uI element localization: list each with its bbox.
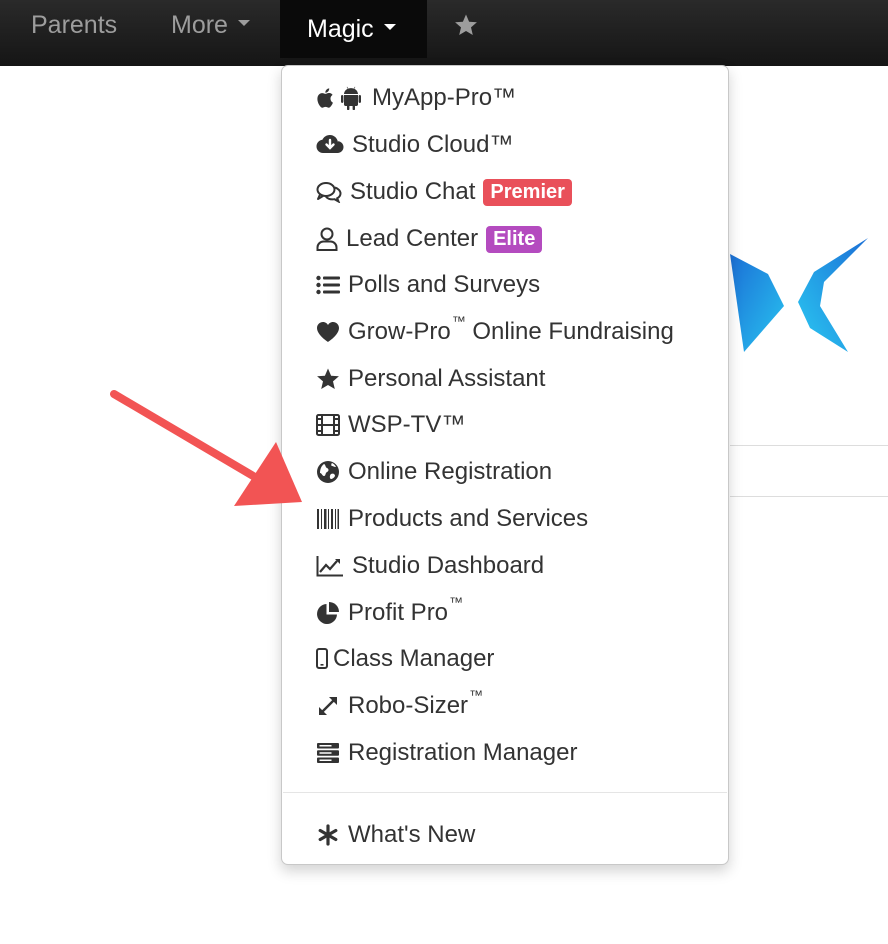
nav-more-label: More bbox=[171, 10, 228, 39]
menu-item-label: Grow-Pro bbox=[348, 318, 451, 345]
trademark-symbol: ™ bbox=[469, 687, 484, 703]
menu-item-registration-manager[interactable]: Registration Manager bbox=[316, 730, 577, 776]
menu-item-label: Polls and Surveys bbox=[348, 271, 541, 298]
menu-item-studio-chat[interactable]: Studio Chat Premier bbox=[316, 169, 572, 215]
menu-item-studio-cloud[interactable]: Studio Cloud™ bbox=[316, 122, 513, 168]
premier-badge: Premier bbox=[483, 178, 572, 206]
pie-chart-icon bbox=[316, 601, 340, 625]
menu-item-label: WSP-TV™ bbox=[348, 411, 466, 438]
star-icon bbox=[316, 367, 340, 391]
menu-item-label: Class Manager bbox=[333, 645, 495, 672]
menu-item-label: Online Registration bbox=[348, 458, 553, 485]
cloud-download-icon bbox=[316, 134, 344, 156]
nav-parents[interactable]: Parents bbox=[31, 0, 117, 50]
star-icon bbox=[455, 14, 477, 35]
menu-item-label: Lead Center bbox=[346, 225, 479, 252]
elite-badge: Elite bbox=[486, 225, 543, 253]
apple-android-icon bbox=[316, 86, 364, 110]
nav-magic[interactable]: Magic bbox=[280, 0, 427, 58]
globe-icon bbox=[316, 460, 340, 484]
menu-item-label: What's New bbox=[348, 821, 476, 848]
menu-item-label: Profit Pro bbox=[348, 599, 449, 626]
menu-item-online-registration[interactable]: Online Registration bbox=[316, 449, 552, 495]
nav-magic-label: Magic bbox=[307, 14, 374, 43]
menu-item-profit-pro[interactable]: Profit Pro ™ bbox=[316, 590, 463, 636]
menu-item-label: Studio Chat bbox=[350, 178, 476, 205]
chevron-down-icon bbox=[237, 20, 250, 26]
menu-item-wsp-tv[interactable]: WSP-TV™ bbox=[316, 402, 465, 448]
asterisk-icon bbox=[316, 823, 340, 847]
line-chart-icon bbox=[316, 555, 344, 577]
nav-parents-label: Parents bbox=[31, 10, 118, 39]
trademark-symbol: ™ bbox=[449, 594, 464, 610]
chat-bubbles-icon bbox=[316, 181, 342, 203]
barcode-icon bbox=[316, 508, 340, 530]
menu-item-grow-pro[interactable]: Grow-Pro ™ Online Fundraising bbox=[316, 309, 674, 355]
menu-item-label: Robo-Sizer bbox=[348, 692, 469, 719]
top-navbar: Parents More Magic bbox=[0, 0, 888, 66]
heart-icon bbox=[316, 321, 340, 343]
menu-item-polls-surveys[interactable]: Polls and Surveys bbox=[316, 262, 540, 308]
menu-item-products-services[interactable]: Products and Services bbox=[316, 496, 588, 542]
trademark-symbol: ™ bbox=[451, 313, 466, 329]
chevron-down-icon bbox=[383, 24, 396, 30]
menu-item-label-suffix: Online Fundraising bbox=[465, 318, 674, 345]
film-icon bbox=[316, 414, 340, 436]
magic-dropdown-menu: MyApp-Pro™ Studio Cloud™ Studio Chat Pre… bbox=[281, 65, 729, 865]
menu-item-personal-assistant[interactable]: Personal Assistant bbox=[316, 356, 545, 402]
mobile-icon bbox=[316, 648, 328, 670]
page-divider bbox=[730, 496, 888, 497]
menu-item-robo-sizer[interactable]: Robo-Sizer ™ bbox=[316, 683, 483, 729]
menu-item-class-manager[interactable]: Class Manager bbox=[316, 636, 494, 682]
menu-item-whats-new[interactable]: What's New bbox=[316, 812, 475, 858]
menu-item-label: Personal Assistant bbox=[348, 365, 546, 392]
list-icon bbox=[316, 275, 340, 295]
menu-item-label: MyApp-Pro™ bbox=[372, 84, 517, 111]
menu-item-myapp-pro[interactable]: MyApp-Pro™ bbox=[316, 75, 516, 121]
page-divider bbox=[730, 445, 888, 446]
menu-item-label: Registration Manager bbox=[348, 739, 578, 766]
menu-item-lead-center[interactable]: Lead Center Elite bbox=[316, 216, 543, 262]
menu-divider bbox=[283, 792, 727, 793]
nav-more[interactable]: More bbox=[171, 0, 250, 50]
menu-item-studio-dashboard[interactable]: Studio Dashboard bbox=[316, 543, 544, 589]
menu-item-label: Studio Dashboard bbox=[352, 552, 545, 579]
server-icon bbox=[316, 742, 340, 764]
nav-favorites[interactable] bbox=[454, 0, 478, 50]
menu-item-label: Products and Services bbox=[348, 505, 589, 532]
brand-logo bbox=[730, 238, 868, 352]
user-icon bbox=[316, 227, 338, 251]
resize-icon bbox=[316, 694, 340, 718]
menu-item-label: Studio Cloud™ bbox=[352, 131, 514, 158]
